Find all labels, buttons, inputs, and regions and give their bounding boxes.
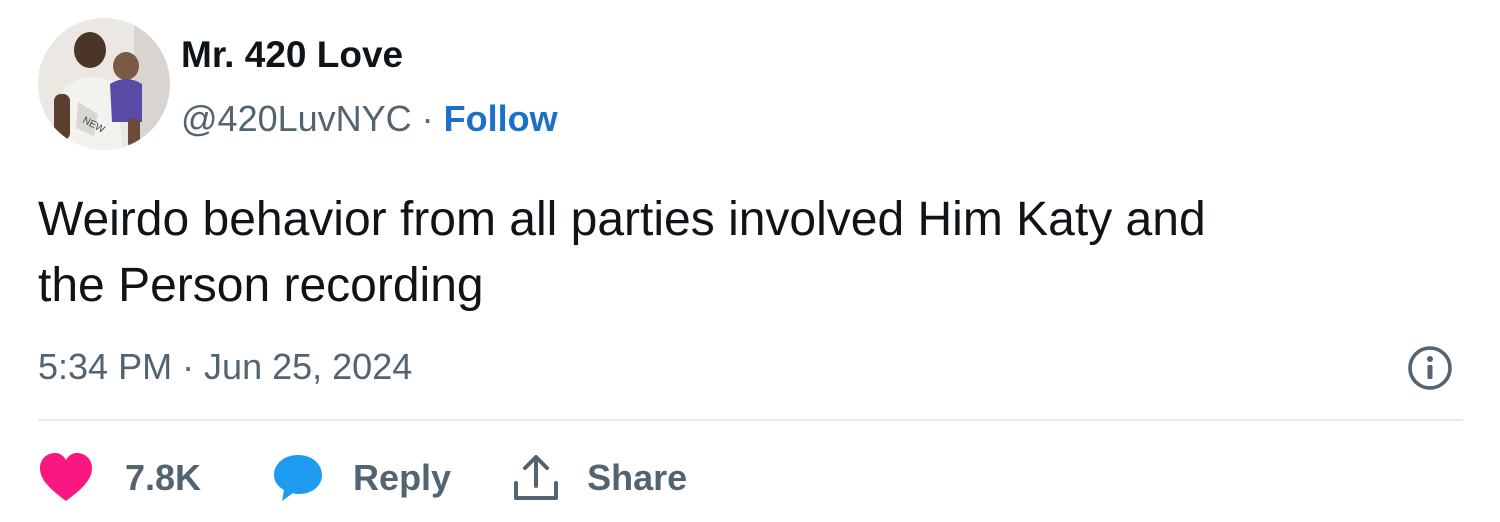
- author-handle-row: @420LuvNYC · Follow: [181, 96, 558, 142]
- share-button[interactable]: Share: [511, 453, 687, 503]
- info-icon[interactable]: [1406, 344, 1454, 392]
- tweet-timestamp[interactable]: 5:34 PM · Jun 25, 2024: [38, 344, 412, 390]
- tweet-text: Weirdo behavior from all parties involve…: [38, 187, 1458, 319]
- share-label: Share: [587, 457, 688, 498]
- reply-label: Reply: [353, 457, 452, 498]
- tweet-text-line-1: Weirdo behavior from all parties involve…: [38, 193, 1206, 246]
- reply-button[interactable]: Reply: [271, 452, 451, 504]
- handle-separator: ·: [421, 98, 434, 139]
- author-avatar[interactable]: NEW: [38, 18, 170, 150]
- author-display-name[interactable]: Mr. 420 Love: [181, 33, 403, 77]
- divider: [38, 419, 1463, 421]
- heart-icon: [40, 453, 92, 501]
- embedded-tweet: NEW Mr. 420 Love @420LuvNYC · Follow Wei…: [0, 0, 1500, 522]
- tweet-text-line-2: the Person recording: [38, 259, 484, 312]
- follow-button[interactable]: Follow: [444, 98, 558, 140]
- like-button[interactable]: 7.8K: [38, 451, 201, 505]
- avatar-photo: NEW: [38, 18, 170, 150]
- like-count: 7.8K: [125, 457, 202, 498]
- share-upload-icon: [514, 455, 559, 500]
- author-handle[interactable]: @420LuvNYC: [181, 98, 412, 140]
- tweet-actions: 7.8K Reply Share: [38, 446, 687, 510]
- speech-bubble-icon: [274, 455, 323, 501]
